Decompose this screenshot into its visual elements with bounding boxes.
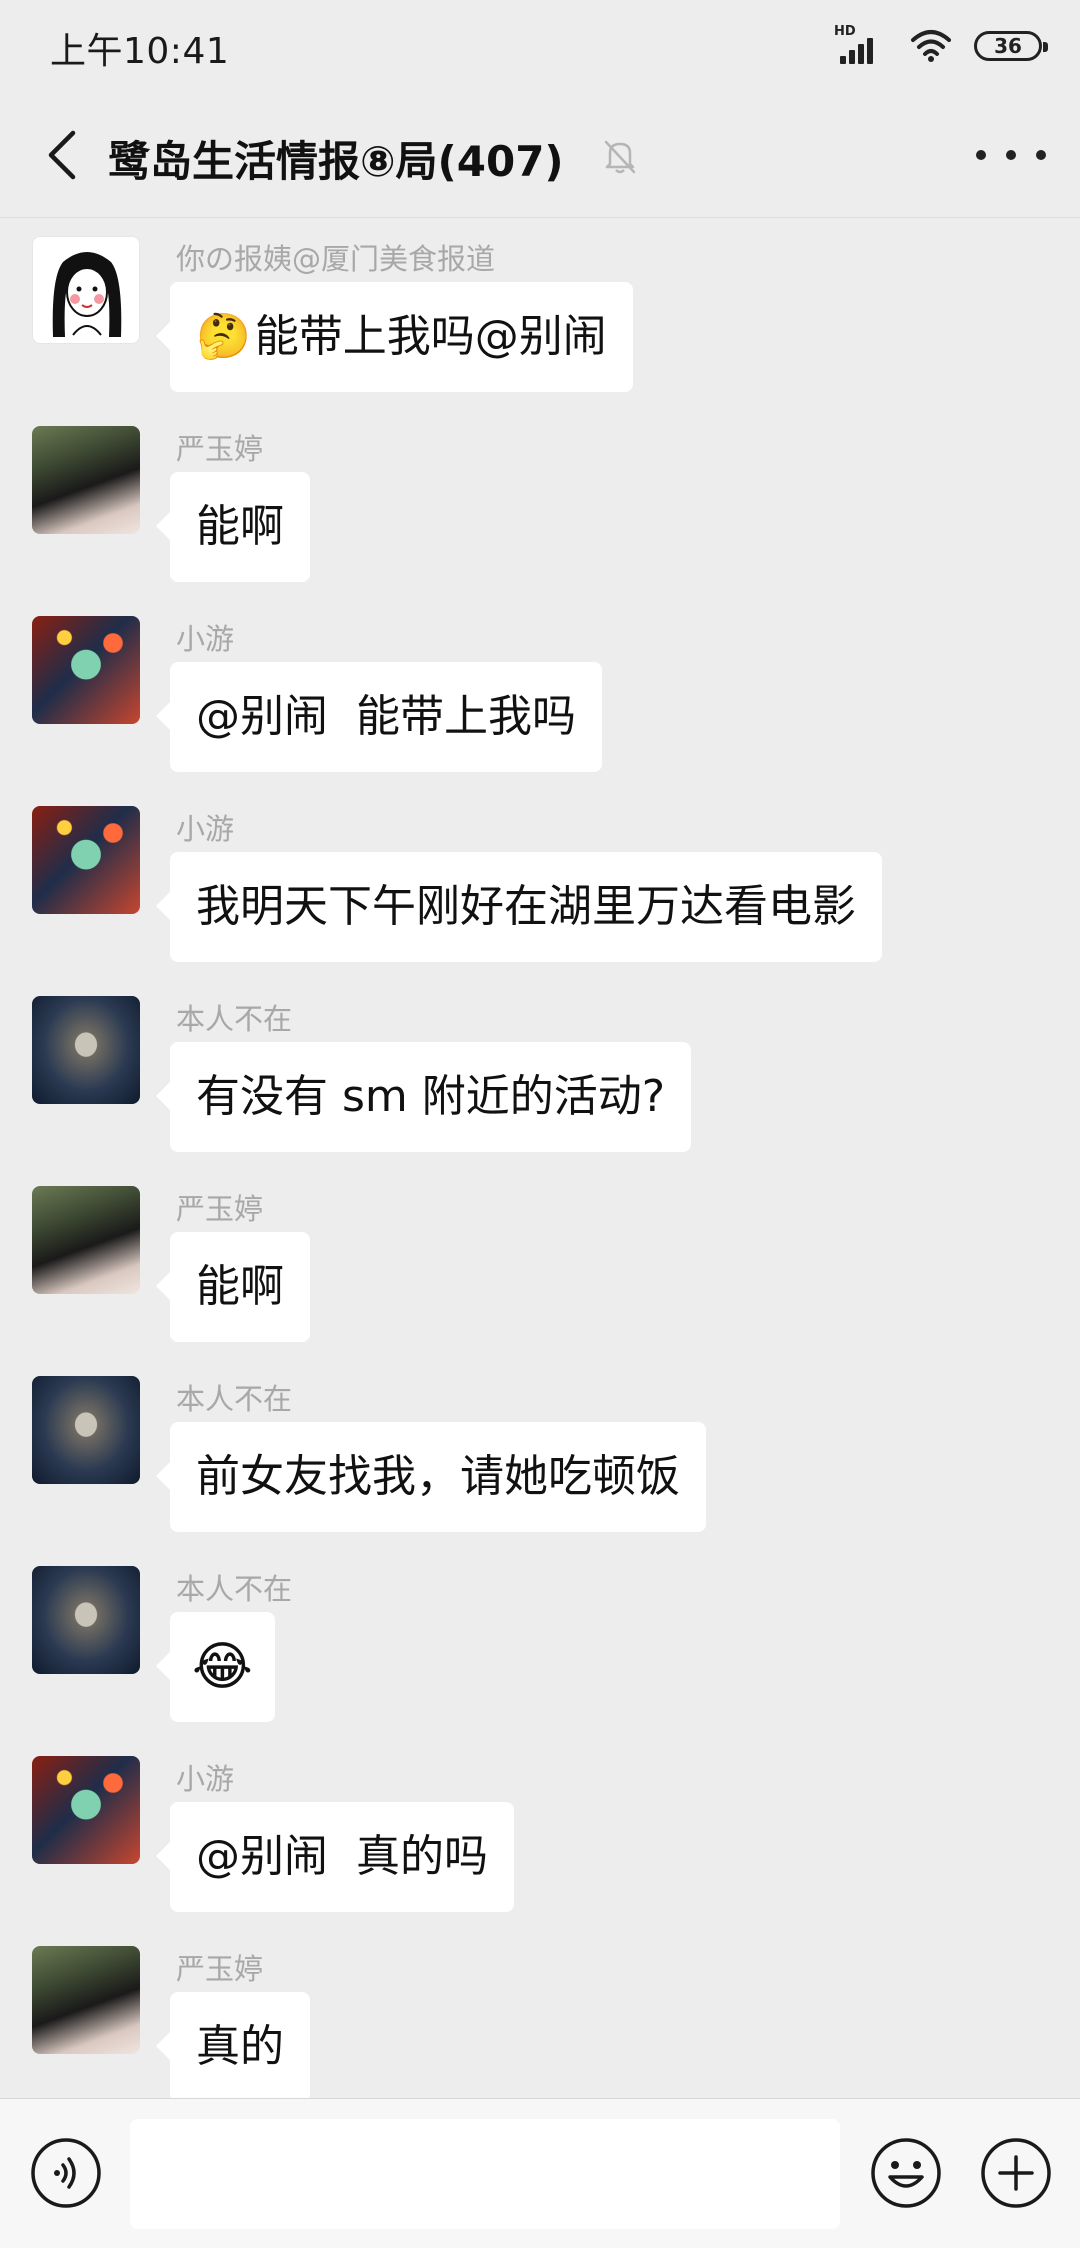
plus-icon[interactable] (980, 2137, 1052, 2209)
back-button[interactable] (32, 122, 92, 188)
message-item: 小游 @别闹 真的吗 (0, 1738, 1080, 1928)
sender-name: 严玉婷 (176, 432, 264, 466)
avatar[interactable] (32, 1186, 140, 1294)
message-item: 小游 @别闹 能带上我吗 (0, 598, 1080, 788)
message-bubble[interactable]: 前女友找我，请她吃顿饭 (156, 1422, 706, 1532)
sender-name: 你の报姨@厦门美食报道 (176, 242, 496, 276)
sender-name: 小游 (176, 1762, 235, 1796)
sender-name: 严玉婷 (176, 1952, 264, 1986)
more-button[interactable] (976, 130, 1046, 180)
status-time: 上午10:41 (50, 31, 230, 72)
avatar[interactable] (32, 1566, 140, 1674)
message-text: 真的 (196, 2021, 284, 2072)
more-icon-dot (976, 150, 986, 160)
message-bubble[interactable]: 能啊 (156, 472, 310, 582)
message-bubble[interactable]: 我明天下午刚好在湖里万达看电影 (156, 852, 882, 962)
message-input[interactable] (130, 2119, 840, 2229)
avatar[interactable] (32, 806, 140, 914)
message-bubble[interactable]: 能啊 (156, 1232, 310, 1342)
sender-name: 小游 (176, 812, 235, 846)
message-bubble[interactable]: 🤔能带上我吗@别闹 (156, 282, 633, 392)
message-text: @别闹 能带上我吗 (196, 691, 576, 742)
avatar[interactable] (32, 426, 140, 534)
voice-icon[interactable] (30, 2137, 102, 2209)
message-bubble[interactable]: 有没有 sm 附近的活动? (155, 1042, 692, 1152)
sender-name: 本人不在 (176, 1382, 293, 1416)
mute-bell-icon (604, 140, 636, 174)
message-text: 能啊 (196, 1261, 284, 1312)
network-label: HD (834, 24, 856, 39)
message-bubble[interactable]: @别闹 真的吗 (156, 1802, 514, 1912)
message-item: 本人不在 前女友找我，请她吃顿饭 (0, 1358, 1080, 1548)
battery-level: 36 (994, 34, 1022, 58)
avatar[interactable] (32, 616, 140, 724)
status-bar: 上午10:41 HD 36 (0, 0, 1080, 92)
message-bubble[interactable]: @别闹 能带上我吗 (156, 662, 602, 772)
avatar[interactable] (32, 1946, 140, 2054)
status-icons: HD 36 (834, 24, 1048, 68)
message-item: 本人不在 😂 (0, 1548, 1080, 1738)
chat-screen: 上午10:41 HD 36 鹭岛生活情报⑧局(407) 你の报姨@厦门美食报道 … (0, 0, 1080, 2248)
sender-name: 小游 (176, 622, 235, 656)
more-icon-dot (1006, 150, 1016, 160)
back-icon (48, 130, 76, 180)
title-bar: 鹭岛生活情报⑧局(407) (0, 92, 1080, 218)
message-text: 我明天下午刚好在湖里万达看电影 (196, 881, 856, 932)
avatar[interactable] (32, 236, 140, 344)
message-item: 本人不在 有没有 sm 附近的活动? (0, 978, 1080, 1168)
avatar[interactable] (32, 996, 140, 1104)
message-item: 严玉婷 能啊 (0, 1168, 1080, 1358)
message-item: 小游 我明天下午刚好在湖里万达看电影 (0, 788, 1080, 978)
message-text: 能带上我吗@别闹 (254, 311, 607, 362)
message-text: 前女友找我，请她吃顿饭 (196, 1451, 680, 1502)
message-item: 你の报姨@厦门美食报道 🤔能带上我吗@别闹 (0, 218, 1080, 408)
avatar[interactable] (32, 1376, 140, 1484)
thinking-emoji-icon: 🤔 (196, 311, 251, 362)
battery-icon: 36 (974, 31, 1048, 61)
message-item: 严玉婷 真的 (0, 1928, 1080, 2098)
avatar[interactable] (32, 1756, 140, 1864)
message-bubble[interactable]: 😂 (156, 1612, 275, 1722)
sender-name: 本人不在 (176, 1572, 293, 1606)
message-text: 能啊 (196, 501, 284, 552)
message-list[interactable]: 你の报姨@厦门美食报道 🤔能带上我吗@别闹 严玉婷 能啊 小游 @别闹 能带上我… (0, 218, 1080, 2098)
more-icon-dot (1036, 150, 1046, 160)
wifi-icon (911, 30, 951, 62)
sender-name: 严玉婷 (176, 1192, 264, 1226)
message-bubble[interactable]: 真的 (156, 1992, 310, 2098)
message-item: 严玉婷 能啊 (0, 408, 1080, 598)
message-text: 有没有 sm 附近的活动? (196, 1071, 666, 1122)
sender-name: 本人不在 (176, 1002, 293, 1036)
input-bar (0, 2098, 1080, 2248)
chat-title: 鹭岛生活情报⑧局(407) (108, 137, 564, 186)
cellular-signal-icon: HD (834, 24, 884, 66)
laughing-crying-emoji-icon: 😂 (192, 1637, 253, 1697)
message-text: @别闹 真的吗 (196, 1831, 488, 1882)
emoji-icon[interactable] (870, 2137, 942, 2209)
